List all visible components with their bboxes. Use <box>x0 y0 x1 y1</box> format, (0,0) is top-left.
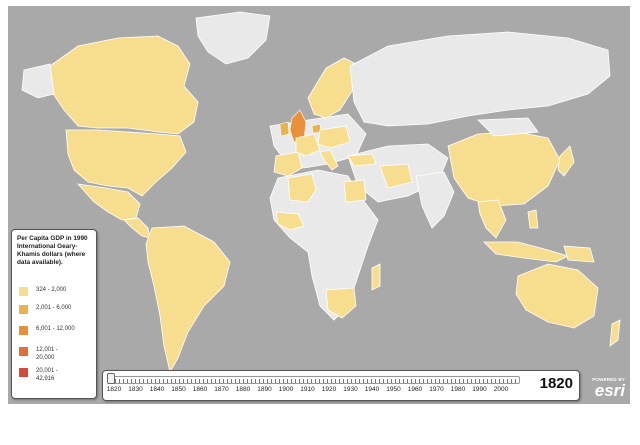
year-tick-label: 1950 <box>386 386 401 393</box>
year-tick-label: 1880 <box>235 386 251 393</box>
legend-label: 6,001 - 12,000 <box>36 326 75 332</box>
esri-logo: POWERED BY esri <box>583 377 627 401</box>
indonesia <box>483 241 570 263</box>
legend-label: 20,001 - 42,916 <box>36 368 59 382</box>
south-asia <box>415 171 455 229</box>
legend-item: 6,001 - 12,000 <box>19 326 76 335</box>
japan <box>557 145 575 177</box>
legend-swatch <box>19 347 28 356</box>
timeline-panel: 1820 1830 1840 1850 1860 1870 1880 1890 1900 1910… <box>102 370 580 401</box>
legend-item: 12,001 - 20,000 <box>19 347 76 362</box>
new-zealand <box>609 319 621 347</box>
year-tick-label: 1920 <box>321 386 337 393</box>
legend-swatch <box>19 287 28 296</box>
year-tick-label: 1850 <box>171 386 186 393</box>
year-tick-label: 1840 <box>149 386 165 393</box>
legend-item: 2,001 - 6,000 <box>19 305 76 314</box>
canada <box>49 35 199 135</box>
legend-label: 12,001 - 20,000 <box>36 347 59 361</box>
year-tick-label: 1860 <box>192 386 208 393</box>
russia <box>349 31 611 127</box>
legend-swatch <box>19 368 28 377</box>
legend-item: 324 - 2,000 <box>19 287 76 296</box>
year-tick-label: 1820 <box>106 386 122 393</box>
year-tick-label: 1900 <box>278 386 294 393</box>
year-tick-label: 1910 <box>300 386 315 393</box>
year-slider-track[interactable] <box>110 376 520 384</box>
year-tick-label: 2000 <box>493 386 509 393</box>
year-slider-handle[interactable] <box>107 373 115 384</box>
legend-label: 324 - 2,000 <box>36 287 67 293</box>
central-america <box>123 217 151 239</box>
australia <box>515 263 599 329</box>
ireland <box>279 121 290 137</box>
current-year-display: 1820 <box>539 375 573 392</box>
south-america <box>145 225 231 374</box>
year-tick-label: 1970 <box>429 386 444 393</box>
year-tick-labels: 1820 1830 1840 1850 1860 1870 1880 1890 1900 1910… <box>103 386 523 396</box>
new-guinea <box>563 245 595 263</box>
legend-panel: Per Capita GDP in 1990 International Gea… <box>11 229 97 399</box>
iberia <box>273 151 303 177</box>
china <box>447 131 561 207</box>
egypt <box>343 179 367 203</box>
year-tick-label: 1940 <box>364 386 380 393</box>
madagascar <box>371 263 381 291</box>
greenland <box>195 11 271 65</box>
legend-swatch <box>19 305 28 314</box>
legend-swatch <box>19 326 28 335</box>
world-map[interactable] <box>8 6 630 404</box>
legend-label: 2,001 - 6,000 <box>36 305 72 311</box>
legend-title: Per Capita GDP in 1990 International Gea… <box>17 235 88 266</box>
year-tick-label: 1890 <box>257 386 272 393</box>
year-tick-label: 1870 <box>214 386 229 393</box>
map-canvas[interactable] <box>8 6 630 404</box>
esri-wordmark: esri <box>594 381 625 400</box>
year-tick-label: 1960 <box>407 386 423 393</box>
alaska <box>21 63 55 99</box>
legend-item: 20,001 - 42,916 <box>19 368 76 383</box>
year-tick-label: 1830 <box>128 386 143 393</box>
year-tick-label: 1980 <box>450 386 466 393</box>
year-tick-label: 1930 <box>343 386 358 393</box>
year-tick-label: 1990 <box>472 386 487 393</box>
philippines <box>527 209 539 229</box>
